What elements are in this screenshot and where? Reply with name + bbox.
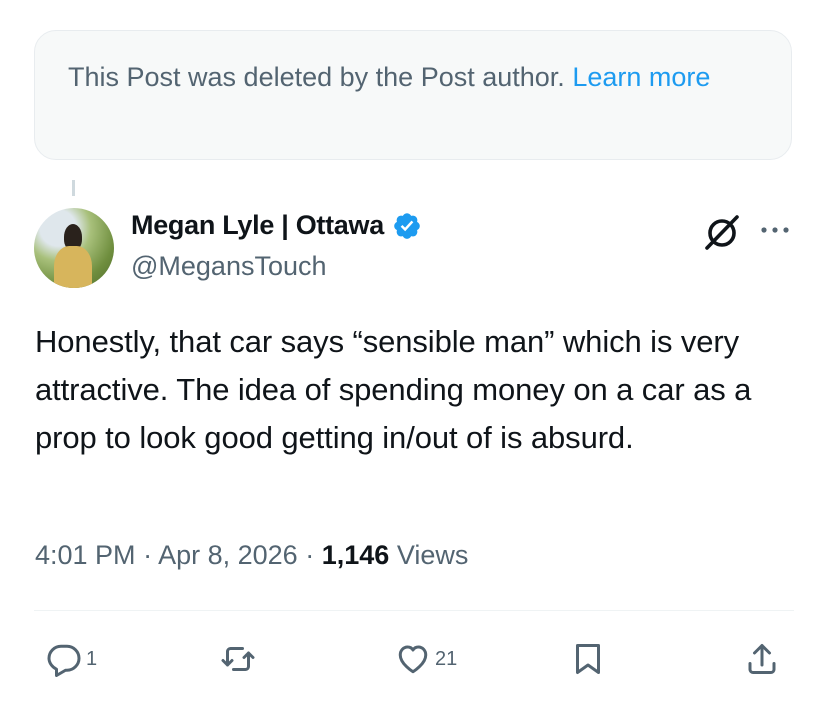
bookmark-icon	[576, 644, 600, 674]
like-icon	[398, 645, 428, 674]
more-icon[interactable]	[759, 218, 791, 242]
deleted-post-notice: This Post was deleted by the Post author…	[34, 30, 792, 160]
reply-icon	[47, 644, 81, 677]
thread-connector-line	[72, 180, 75, 196]
avatar[interactable]	[34, 208, 114, 288]
repost-button[interactable]	[220, 641, 256, 677]
post-text: Honestly, that car says “sensible man” w…	[35, 324, 752, 455]
post-time[interactable]: 4:01 PM	[35, 540, 136, 570]
author-name-row[interactable]: Megan Lyle | Ottawa	[131, 210, 422, 241]
meta-separator: ·	[143, 540, 153, 570]
divider	[34, 610, 794, 611]
views-label: Views	[396, 540, 469, 570]
author-handle[interactable]: @MegansTouch	[131, 251, 327, 282]
learn-more-link[interactable]: Learn more	[572, 62, 710, 92]
like-button[interactable]: 21	[395, 641, 457, 677]
share-button[interactable]	[744, 641, 780, 677]
grok-icon[interactable]	[702, 212, 742, 252]
reply-button[interactable]: 1	[46, 641, 97, 677]
author-name[interactable]: Megan Lyle | Ottawa	[131, 210, 384, 241]
post-date[interactable]: Apr 8, 2026	[158, 540, 298, 570]
share-icon	[748, 644, 776, 674]
views-count: 1,146	[321, 540, 390, 570]
like-count: 21	[435, 647, 458, 670]
deleted-notice-text: This Post was deleted by the Post author…	[68, 62, 565, 92]
verified-badge-icon	[394, 212, 420, 239]
repost-icon	[221, 647, 255, 671]
meta-separator: ·	[305, 540, 315, 570]
bookmark-button[interactable]	[570, 641, 606, 677]
post-meta: 4:01 PM · Apr 8, 2026 · 1,146 Views	[35, 540, 468, 571]
reply-count: 1	[86, 647, 98, 670]
